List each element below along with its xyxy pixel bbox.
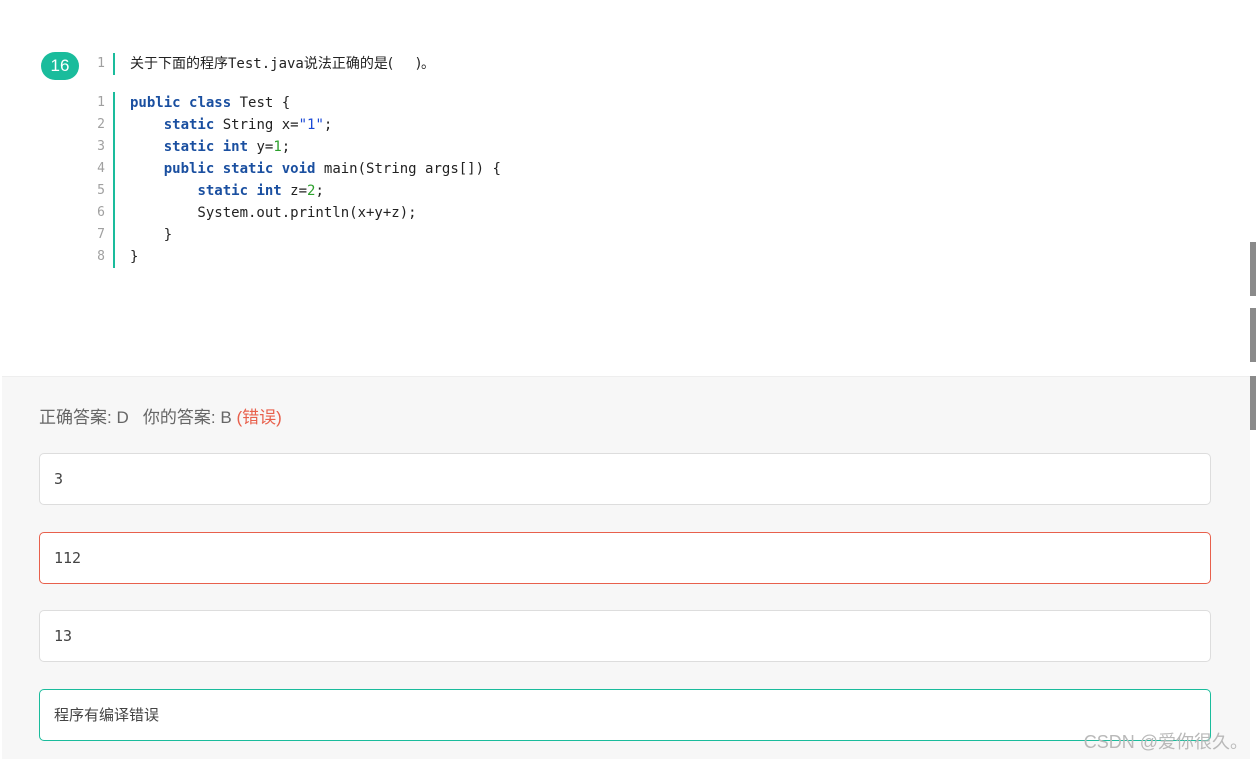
- scrollbar-thumb[interactable]: [1250, 242, 1256, 296]
- code-keyword: int: [256, 183, 282, 199]
- code-text: }: [115, 224, 172, 246]
- code-token: ;: [323, 117, 333, 133]
- code-token: main(String args[]) {: [315, 161, 501, 177]
- code-keyword: int: [222, 139, 249, 155]
- code-text: public static void main(String args[]) {: [115, 158, 501, 180]
- your-answer-label: 你的答案: B: [142, 408, 232, 427]
- code-text: static String x="1";: [115, 114, 333, 136]
- line-number: 4: [87, 158, 115, 180]
- scrollbar-thumb[interactable]: [1250, 376, 1256, 430]
- code-token: ;: [315, 183, 324, 199]
- line-number: 3: [87, 136, 115, 158]
- code-text: static int z=2;: [115, 180, 324, 202]
- prompt-text-code: Test.java: [228, 56, 304, 72]
- answer-result: 正确答案: D 你的答案: B (错误): [39, 403, 282, 428]
- code-line: 3 static int y=1;: [87, 136, 501, 158]
- option-c[interactable]: 13: [39, 610, 1211, 662]
- line-number: 5: [87, 180, 115, 202]
- code-keyword: static: [163, 139, 215, 155]
- code-keyword: class: [189, 95, 232, 111]
- code-token: Test {: [231, 95, 291, 111]
- code-token: z=: [281, 183, 308, 199]
- line-number: 8: [87, 246, 115, 268]
- code-line: 8}: [87, 246, 501, 268]
- code-token: }: [130, 227, 173, 243]
- code-line: 2 static String x="1";: [87, 114, 501, 136]
- answer-section: 正确答案: D 你的答案: B (错误) 3 112 13 程序有编译错误: [2, 377, 1250, 759]
- question-number-badge: 16: [41, 52, 79, 80]
- code-number: 1: [273, 139, 282, 155]
- code-keyword: public: [130, 95, 181, 111]
- code-text: public class Test {: [115, 92, 290, 114]
- code-keyword: public: [163, 161, 215, 177]
- option-b[interactable]: 112: [39, 532, 1211, 584]
- prompt-text-before: 关于下面的程序: [130, 56, 228, 72]
- option-d[interactable]: 程序有编译错误: [39, 689, 1211, 741]
- code-token: y=: [248, 139, 274, 155]
- code-token: String x=: [214, 117, 299, 133]
- code-line: 6 System.out.println(x+y+z);: [87, 202, 501, 224]
- wrong-status: (错误): [236, 408, 282, 427]
- code-line: 4 public static void main(String args[])…: [87, 158, 501, 180]
- question-prompt: 1 关于下面的程序Test.java说法正确的是( )。: [87, 53, 435, 75]
- code-line: 1 public class Test {: [87, 92, 501, 114]
- code-keyword: static: [222, 161, 274, 177]
- scrollbar-thumb[interactable]: [1250, 308, 1256, 362]
- code-text: System.out.println(x+y+z);: [115, 202, 417, 224]
- option-a[interactable]: 3: [39, 453, 1211, 505]
- watermark: CSDN @爱你很久。: [1083, 732, 1248, 752]
- code-snippet: 1 public class Test {2 static String x="1…: [87, 92, 501, 268]
- code-line: 7 }: [87, 224, 501, 246]
- code-keyword: static: [197, 183, 249, 199]
- code-string: "1": [298, 117, 324, 133]
- code-token: ;: [281, 139, 291, 155]
- prompt-line: 1 关于下面的程序Test.java说法正确的是( )。: [87, 53, 435, 75]
- line-number: 7: [87, 224, 115, 246]
- line-number: 1: [87, 92, 115, 114]
- line-number: 6: [87, 202, 115, 224]
- line-number: 1: [87, 53, 115, 75]
- code-text: static int y=1;: [115, 136, 290, 158]
- page: 16 1 关于下面的程序Test.java说法正确的是( )。 1 public …: [0, 0, 1256, 759]
- prompt-text: 关于下面的程序Test.java说法正确的是( )。: [115, 53, 435, 75]
- code-token: System.out.println(x+y+z);: [130, 205, 417, 221]
- correct-answer-label: 正确答案: D: [39, 408, 129, 427]
- line-number: 2: [87, 114, 115, 136]
- prompt-text-after: 说法正确的是( )。: [303, 56, 436, 72]
- code-token: }: [130, 249, 139, 265]
- code-keyword: static: [163, 117, 215, 133]
- code-keyword: void: [281, 161, 316, 177]
- code-text: }: [115, 246, 138, 268]
- question-card: 16 1 关于下面的程序Test.java说法正确的是( )。 1 public …: [2, 0, 1250, 377]
- code-line: 5 static int z=2;: [87, 180, 501, 202]
